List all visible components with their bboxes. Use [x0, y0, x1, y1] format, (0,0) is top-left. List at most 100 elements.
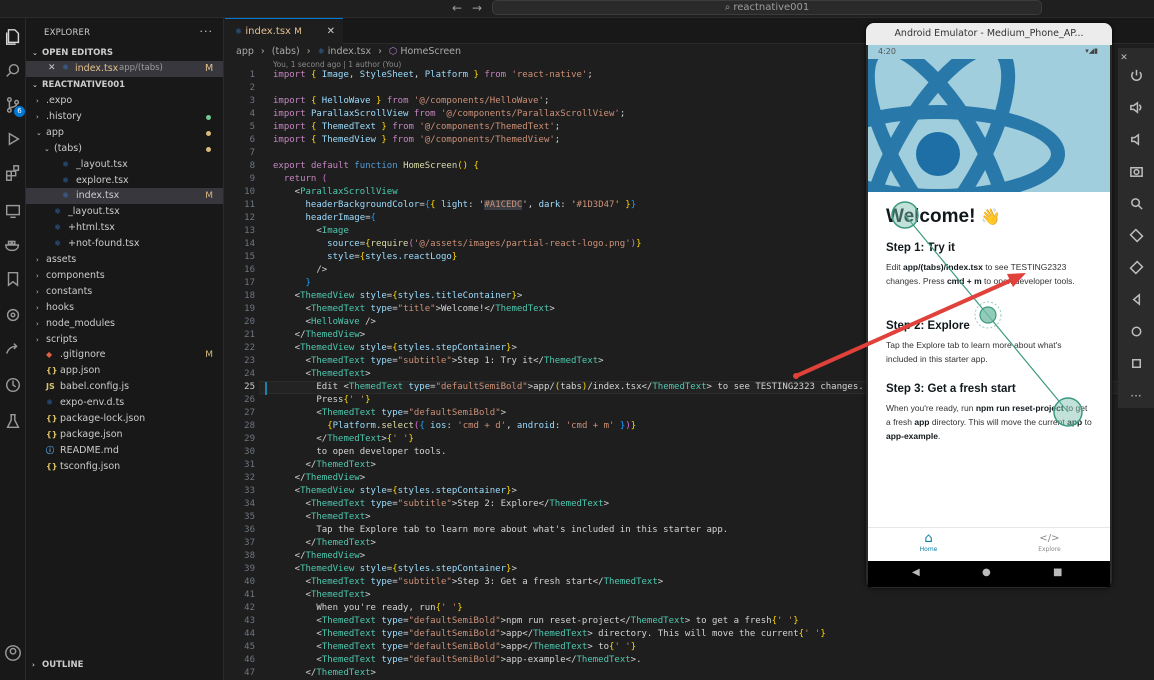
tree-item[interactable]: ⓘ README.md — [26, 443, 223, 459]
code-line[interactable]: </ThemedView> — [273, 473, 365, 483]
volume-up-icon[interactable] — [1126, 100, 1146, 120]
explorer-icon[interactable] — [2, 26, 24, 48]
close-icon[interactable]: ✕ — [1114, 48, 1134, 68]
code-line[interactable]: </ThemedText> — [273, 668, 376, 678]
code-line[interactable]: to open developer tools. — [273, 447, 446, 457]
tree-item[interactable]: › .expo — [26, 93, 223, 109]
code-line[interactable]: source={require('@/assets/images/partial… — [273, 239, 641, 249]
code-line[interactable]: <ThemedText type="subtitle">Step 1: Try … — [273, 356, 604, 366]
rotate-right-icon[interactable] — [1126, 260, 1146, 280]
tab-index-tsx[interactable]: ⚛ index.tsx M ✕ — [225, 18, 343, 44]
code-line[interactable]: export default function HomeScreen() { — [273, 161, 479, 171]
extensions-icon[interactable] — [2, 162, 24, 184]
code-line[interactable]: {Platform.select({ ios: 'cmd + d', andro… — [273, 421, 636, 431]
home-icon[interactable] — [1126, 324, 1146, 344]
tree-item[interactable]: JS babel.config.js — [26, 379, 223, 395]
command-center-search[interactable]: ⌕ reactnative001 — [492, 0, 1042, 15]
code-line[interactable]: <ThemedText> — [273, 590, 371, 600]
tree-item[interactable]: ⚛ _layout.tsx — [26, 157, 223, 173]
live-share-icon[interactable] — [2, 338, 24, 360]
tree-item[interactable]: ⌄ app — [26, 125, 223, 141]
tab-home[interactable]: ⌂ Home — [868, 532, 989, 554]
tree-item[interactable]: ⚛ index.tsx M — [26, 188, 223, 205]
account-icon[interactable] — [2, 642, 24, 664]
source-control-icon[interactable]: 6 — [2, 94, 25, 117]
code-line[interactable]: </ThemedView> — [273, 330, 365, 340]
code-line[interactable]: import { HelloWave } from '@/components/… — [273, 96, 549, 106]
tree-item[interactable]: ◆ .gitignore M — [26, 347, 223, 363]
tree-item[interactable]: ⚛ expo-env.d.ts — [26, 395, 223, 411]
outline-header[interactable]: › OUTLINE — [32, 660, 83, 670]
tab-explore[interactable]: </> Explore — [989, 532, 1110, 553]
nav-home-icon[interactable]: ● — [982, 567, 991, 578]
breadcrumb-tabs[interactable]: (tabs) — [272, 46, 300, 57]
power-icon[interactable] — [1126, 68, 1146, 88]
code-line[interactable]: </ThemedView> — [273, 551, 365, 561]
tree-item[interactable]: ⚛ _layout.tsx — [26, 204, 223, 220]
code-line[interactable]: <ThemedView style={styles.stepContainer}… — [273, 343, 517, 353]
code-line[interactable]: import { ThemedView } from '@/components… — [273, 135, 560, 145]
tree-item[interactable]: ⌄ (tabs) — [26, 141, 223, 157]
code-line[interactable]: <ThemedText> — [273, 512, 371, 522]
code-line[interactable]: return ( — [273, 174, 327, 184]
tree-item[interactable]: {} app.json — [26, 363, 223, 379]
tree-item[interactable]: › .history — [26, 109, 223, 125]
timeline-icon[interactable] — [2, 374, 24, 396]
search-icon[interactable] — [2, 60, 24, 82]
nav-back-icon[interactable]: ◀ — [912, 567, 920, 578]
tree-item[interactable]: {} package.json — [26, 427, 223, 443]
code-line[interactable]: <Image — [273, 226, 349, 236]
open-editors-header[interactable]: ⌄ OPEN EDITORS — [32, 48, 113, 58]
code-line[interactable]: <ThemedText type="defaultSemiBold"> — [273, 408, 506, 418]
tree-item[interactable]: {} tsconfig.json — [26, 459, 223, 475]
code-line[interactable]: Tap the Explore tab to learn more about … — [273, 525, 728, 535]
code-line[interactable]: <HelloWave /> — [273, 317, 376, 327]
code-line[interactable]: import ParallaxScrollView from '@/compon… — [273, 109, 625, 119]
nav-recents-icon[interactable]: ■ — [1053, 567, 1062, 578]
phone-screen[interactable]: 4:20 ▾◢▮ Welcome! 👋 Step 1: Try it Edit … — [868, 45, 1110, 587]
test-icon[interactable] — [2, 410, 24, 432]
code-line[interactable]: </ThemedText>{' '} — [273, 434, 414, 444]
code-line[interactable]: headerImage={ — [273, 213, 376, 223]
code-line[interactable]: <ThemedText type="defaultSemiBold">app</… — [273, 629, 825, 639]
extension-settings-icon[interactable] — [2, 304, 24, 326]
more-icon[interactable]: ··· — [1126, 386, 1146, 406]
rotate-left-icon[interactable] — [1126, 228, 1146, 248]
tree-item[interactable]: › constants — [26, 284, 223, 300]
nav-back-button[interactable]: ← — [452, 0, 462, 16]
tree-item[interactable]: › hooks — [26, 300, 223, 316]
remote-explorer-icon[interactable] — [2, 200, 24, 222]
code-line[interactable]: <ThemedView style={styles.stepContainer}… — [273, 486, 517, 496]
close-icon[interactable]: ✕ — [327, 19, 335, 45]
code-line[interactable]: <ThemedView style={styles.stepContainer}… — [273, 564, 517, 574]
bookmark-icon[interactable] — [2, 268, 24, 290]
docker-icon[interactable] — [2, 234, 24, 256]
open-editor-item[interactable]: ✕ ⚛ index.tsx app/(tabs) M — [26, 61, 223, 77]
zoom-icon[interactable] — [1126, 196, 1146, 216]
tree-item[interactable]: ⚛ explore.tsx — [26, 173, 223, 189]
tree-item[interactable]: ⚛ +html.tsx — [26, 220, 223, 236]
git-blame-codelens[interactable]: You, 1 second ago | 1 author (You) — [273, 60, 401, 69]
close-icon[interactable]: ✕ — [48, 63, 56, 73]
code-line[interactable]: Press{' '} — [273, 395, 370, 405]
code-line[interactable]: </ThemedText> — [273, 460, 376, 470]
code-line[interactable]: Edit <ThemedText type="defaultSemiBold">… — [273, 382, 863, 392]
tree-item[interactable]: {} package-lock.json — [26, 411, 223, 427]
breadcrumb-file[interactable]: index.tsx — [328, 46, 371, 57]
project-header[interactable]: ⌄ REACTNATIVE001 — [32, 80, 125, 90]
nav-forward-button[interactable]: → — [472, 0, 482, 16]
code-line[interactable]: /> — [273, 265, 327, 275]
tree-item[interactable]: › scripts — [26, 332, 223, 348]
code-line[interactable]: </ThemedText> — [273, 538, 376, 548]
run-debug-icon[interactable] — [2, 128, 24, 150]
tree-item[interactable]: ⚛ +not-found.tsx — [26, 236, 223, 252]
code-line[interactable]: <ThemedText type="subtitle">Step 2: Expl… — [273, 499, 610, 509]
code-line[interactable]: <ThemedView style={styles.titleContainer… — [273, 291, 523, 301]
back-icon[interactable] — [1126, 292, 1146, 312]
code-line[interactable]: <ThemedText> — [273, 369, 371, 379]
overview-icon[interactable] — [1126, 356, 1146, 376]
code-line[interactable]: <ThemedText type="subtitle">Step 3: Get … — [273, 577, 664, 587]
code-line[interactable]: } — [273, 278, 311, 288]
breadcrumb-app[interactable]: app — [236, 46, 254, 57]
volume-down-icon[interactable] — [1126, 132, 1146, 152]
